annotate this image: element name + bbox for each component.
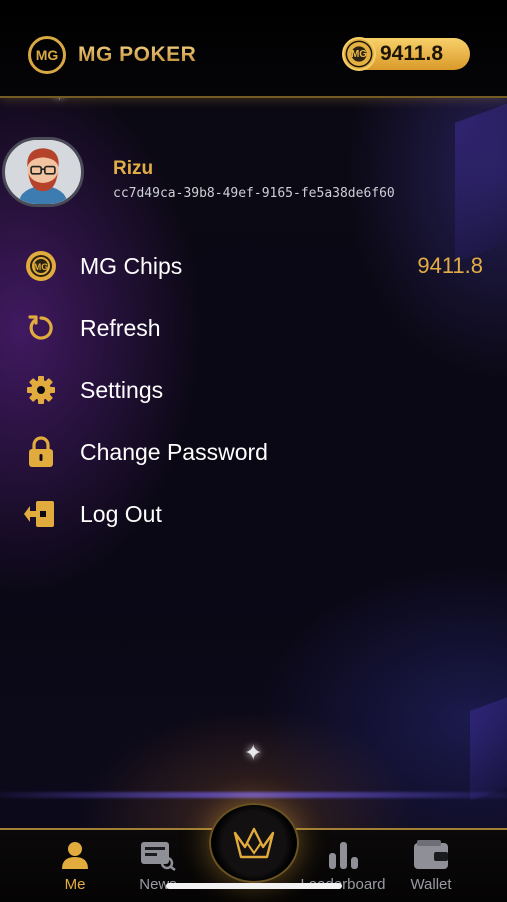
chips-value: 9411.8 — [417, 253, 483, 278]
menu-item-log-out[interactable]: Log Out — [0, 489, 507, 539]
person-icon — [30, 838, 120, 872]
top-bar: MG MG POKER MG 9411.8 — [0, 0, 507, 98]
sparkle-icon: ✦ — [244, 740, 263, 765]
avatar[interactable] — [2, 137, 84, 207]
brand-name: MG POKER — [78, 43, 197, 66]
bottom-glow — [0, 792, 507, 798]
news-icon — [113, 838, 203, 872]
profile-name: Rizu — [113, 158, 154, 179]
nav-tab-me[interactable]: Me — [30, 838, 120, 893]
chip-icon: MG — [342, 37, 376, 71]
menu-label: Log Out — [80, 500, 162, 527]
nav-label: Wallet — [410, 876, 452, 893]
lock-icon — [24, 435, 58, 469]
svg-text:MG: MG — [34, 262, 49, 272]
home-center-button[interactable] — [209, 803, 299, 883]
menu-label: Settings — [80, 376, 164, 403]
menu-item-change-password[interactable]: Change Password — [0, 427, 507, 477]
brand-logo: MG MG POKER — [28, 36, 196, 74]
home-indicator[interactable] — [166, 883, 342, 889]
crown-logo-icon — [233, 827, 275, 859]
menu-item-settings[interactable]: Settings — [0, 365, 507, 415]
wallet-icon — [386, 838, 476, 872]
gear-icon — [24, 373, 58, 407]
menu-item-mg-chips[interactable]: MG MG Chips 9411.8 — [0, 241, 507, 291]
refresh-icon — [24, 311, 58, 345]
profile-id: cc7d49ca-39b8-49ef-9165-fe5a38de6f60 — [113, 186, 395, 201]
nav-tab-wallet[interactable]: Wallet — [386, 838, 476, 893]
chip-icon: MG — [24, 249, 58, 283]
balance-pill[interactable]: MG 9411.8 — [342, 37, 470, 71]
logout-icon — [24, 497, 58, 531]
nav-label: Me — [64, 876, 86, 893]
leaderboard-icon — [298, 838, 388, 872]
menu-item-refresh[interactable]: Refresh — [0, 303, 507, 353]
menu-label: Refresh — [80, 314, 161, 341]
decor-slab-right — [455, 97, 507, 263]
menu-label: Change Password — [80, 438, 268, 465]
avatar-illustration — [5, 140, 81, 204]
mg-logo-icon: MG — [28, 36, 66, 74]
menu-label: MG Chips — [80, 252, 183, 279]
balance-value: 9411.8 — [380, 42, 444, 65]
